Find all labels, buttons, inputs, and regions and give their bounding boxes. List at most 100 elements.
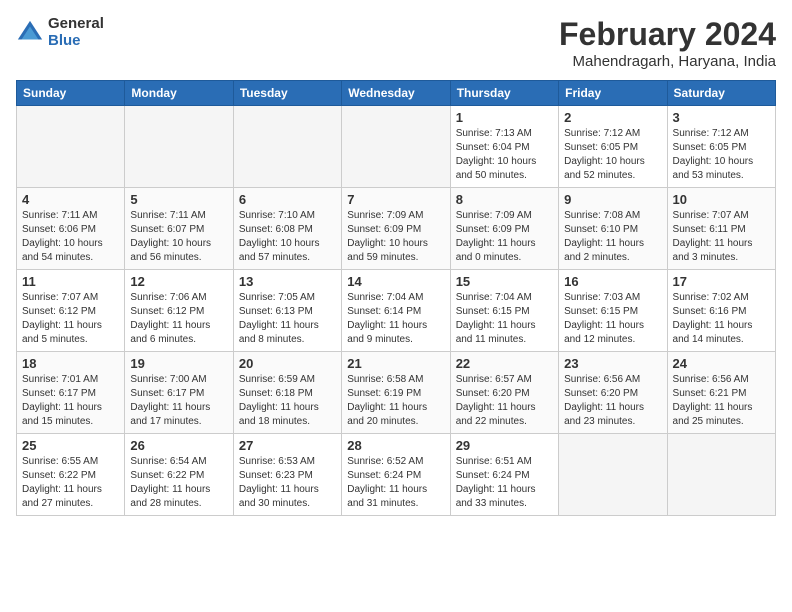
- day-cell: 27Sunrise: 6:53 AM Sunset: 6:23 PM Dayli…: [233, 434, 341, 516]
- day-info: Sunrise: 7:09 AM Sunset: 6:09 PM Dayligh…: [456, 209, 553, 265]
- day-number: 29: [456, 438, 553, 453]
- day-info: Sunrise: 6:51 AM Sunset: 6:24 PM Dayligh…: [456, 455, 553, 511]
- week-row-3: 11 Sunrise: 7:07 AM Sunset: 6:12 PM Dayli…: [17, 270, 776, 352]
- logo-text: General Blue: [48, 16, 104, 49]
- day-cell: 12 Sunrise: 7:06 AM Sunset: 6:12 PM Dayli…: [125, 270, 233, 352]
- day-cell: 23Sunrise: 6:56 AM Sunset: 6:20 PM Dayli…: [559, 352, 667, 434]
- header-wednesday: Wednesday: [342, 81, 450, 106]
- day-cell: 29 Sunrise: 6:51 AM Sunset: 6:24 PM Dayli…: [450, 434, 558, 516]
- logo: General Blue: [16, 16, 104, 49]
- day-number: 9: [564, 192, 661, 207]
- location: Mahendragarh, Haryana, India: [559, 53, 776, 70]
- day-number: 14: [347, 274, 444, 289]
- day-cell: 14 Sunrise: 7:04 AM Sunset: 6:14 PM Dayli…: [342, 270, 450, 352]
- day-info: Sunrise: 6:52 AM Sunset: 6:24 PM Dayligh…: [347, 455, 444, 511]
- day-info: Sunrise: 6:55 AM Sunset: 6:22 PM Dayligh…: [22, 455, 119, 511]
- day-info: Sunrise: 7:01 AM Sunset: 6:17 PM Dayligh…: [22, 373, 119, 429]
- day-cell: [125, 106, 233, 188]
- header-monday: Monday: [125, 81, 233, 106]
- day-number: 26: [130, 438, 227, 453]
- day-info: Sunrise: 7:11 AM Sunset: 6:06 PM Dayligh…: [22, 209, 119, 265]
- day-info: Sunrise: 7:04 AM Sunset: 6:14 PM Dayligh…: [347, 291, 444, 347]
- day-info: Sunrise: 6:56 AM Sunset: 6:21 PM Dayligh…: [673, 373, 770, 429]
- day-cell: 28 Sunrise: 6:52 AM Sunset: 6:24 PM Dayli…: [342, 434, 450, 516]
- day-cell: 4 Sunrise: 7:11 AM Sunset: 6:06 PM Daylig…: [17, 188, 125, 270]
- day-cell: 17Sunrise: 7:02 AM Sunset: 6:16 PM Dayli…: [667, 270, 775, 352]
- day-number: 16: [564, 274, 661, 289]
- month-title: February 2024: [559, 16, 776, 53]
- day-cell: 11 Sunrise: 7:07 AM Sunset: 6:12 PM Dayli…: [17, 270, 125, 352]
- header-friday: Friday: [559, 81, 667, 106]
- week-row-5: 25 Sunrise: 6:55 AM Sunset: 6:22 PM Dayli…: [17, 434, 776, 516]
- day-info: Sunrise: 7:07 AM Sunset: 6:12 PM Dayligh…: [22, 291, 119, 347]
- day-cell: 19 Sunrise: 7:00 AM Sunset: 6:17 PM Dayli…: [125, 352, 233, 434]
- day-info: Sunrise: 6:59 AM Sunset: 6:18 PM Dayligh…: [239, 373, 336, 429]
- day-number: 2: [564, 110, 661, 125]
- day-info: Sunrise: 7:12 AM Sunset: 6:05 PM Dayligh…: [673, 127, 770, 183]
- day-info: Sunrise: 7:05 AM Sunset: 6:13 PM Dayligh…: [239, 291, 336, 347]
- day-number: 8: [456, 192, 553, 207]
- day-info: Sunrise: 7:13 AM Sunset: 6:04 PM Dayligh…: [456, 127, 553, 183]
- day-cell: 8 Sunrise: 7:09 AM Sunset: 6:09 PM Daylig…: [450, 188, 558, 270]
- header-tuesday: Tuesday: [233, 81, 341, 106]
- day-info: Sunrise: 6:56 AM Sunset: 6:20 PM Dayligh…: [564, 373, 661, 429]
- day-number: 25: [22, 438, 119, 453]
- day-number: 4: [22, 192, 119, 207]
- page-header: General Blue February 2024 Mahendragarh,…: [16, 16, 776, 70]
- calendar-header-row: SundayMondayTuesdayWednesdayThursdayFrid…: [17, 81, 776, 106]
- header-thursday: Thursday: [450, 81, 558, 106]
- day-number: 7: [347, 192, 444, 207]
- day-number: 21: [347, 356, 444, 371]
- logo-blue: Blue: [48, 33, 104, 50]
- day-number: 11: [22, 274, 119, 289]
- day-info: Sunrise: 7:03 AM Sunset: 6:15 PM Dayligh…: [564, 291, 661, 347]
- title-block: February 2024 Mahendragarh, Haryana, Ind…: [559, 16, 776, 70]
- day-cell: 24 Sunrise: 6:56 AM Sunset: 6:21 PM Dayli…: [667, 352, 775, 434]
- day-number: 20: [239, 356, 336, 371]
- day-number: 28: [347, 438, 444, 453]
- week-row-2: 4 Sunrise: 7:11 AM Sunset: 6:06 PM Daylig…: [17, 188, 776, 270]
- day-number: 3: [673, 110, 770, 125]
- day-cell: 18 Sunrise: 7:01 AM Sunset: 6:17 PM Dayli…: [17, 352, 125, 434]
- week-row-1: 1Sunrise: 7:13 AM Sunset: 6:04 PM Daylig…: [17, 106, 776, 188]
- day-number: 19: [130, 356, 227, 371]
- day-info: Sunrise: 7:02 AM Sunset: 6:16 PM Dayligh…: [673, 291, 770, 347]
- day-number: 5: [130, 192, 227, 207]
- day-cell: 3 Sunrise: 7:12 AM Sunset: 6:05 PM Daylig…: [667, 106, 775, 188]
- day-cell: 10 Sunrise: 7:07 AM Sunset: 6:11 PM Dayli…: [667, 188, 775, 270]
- day-number: 27: [239, 438, 336, 453]
- day-cell: [17, 106, 125, 188]
- day-info: Sunrise: 6:57 AM Sunset: 6:20 PM Dayligh…: [456, 373, 553, 429]
- day-info: Sunrise: 7:00 AM Sunset: 6:17 PM Dayligh…: [130, 373, 227, 429]
- day-cell: 20 Sunrise: 6:59 AM Sunset: 6:18 PM Dayli…: [233, 352, 341, 434]
- day-number: 10: [673, 192, 770, 207]
- day-info: Sunrise: 6:58 AM Sunset: 6:19 PM Dayligh…: [347, 373, 444, 429]
- day-cell: 13 Sunrise: 7:05 AM Sunset: 6:13 PM Dayli…: [233, 270, 341, 352]
- day-info: Sunrise: 7:10 AM Sunset: 6:08 PM Dayligh…: [239, 209, 336, 265]
- day-number: 12: [130, 274, 227, 289]
- logo-general: General: [48, 16, 104, 33]
- header-sunday: Sunday: [17, 81, 125, 106]
- day-cell: 7 Sunrise: 7:09 AM Sunset: 6:09 PM Daylig…: [342, 188, 450, 270]
- day-cell: 16 Sunrise: 7:03 AM Sunset: 6:15 PM Dayli…: [559, 270, 667, 352]
- day-cell: 22 Sunrise: 6:57 AM Sunset: 6:20 PM Dayli…: [450, 352, 558, 434]
- day-info: Sunrise: 7:06 AM Sunset: 6:12 PM Dayligh…: [130, 291, 227, 347]
- day-number: 18: [22, 356, 119, 371]
- day-number: 13: [239, 274, 336, 289]
- week-row-4: 18 Sunrise: 7:01 AM Sunset: 6:17 PM Dayli…: [17, 352, 776, 434]
- day-cell: [559, 434, 667, 516]
- day-info: Sunrise: 7:04 AM Sunset: 6:15 PM Dayligh…: [456, 291, 553, 347]
- day-cell: 5 Sunrise: 7:11 AM Sunset: 6:07 PM Daylig…: [125, 188, 233, 270]
- day-number: 22: [456, 356, 553, 371]
- day-cell: 2 Sunrise: 7:12 AM Sunset: 6:05 PM Daylig…: [559, 106, 667, 188]
- day-number: 15: [456, 274, 553, 289]
- day-number: 24: [673, 356, 770, 371]
- day-info: Sunrise: 7:08 AM Sunset: 6:10 PM Dayligh…: [564, 209, 661, 265]
- day-info: Sunrise: 7:09 AM Sunset: 6:09 PM Dayligh…: [347, 209, 444, 265]
- day-info: Sunrise: 6:54 AM Sunset: 6:22 PM Dayligh…: [130, 455, 227, 511]
- day-info: Sunrise: 7:12 AM Sunset: 6:05 PM Dayligh…: [564, 127, 661, 183]
- day-cell: 15 Sunrise: 7:04 AM Sunset: 6:15 PM Dayli…: [450, 270, 558, 352]
- day-info: Sunrise: 7:07 AM Sunset: 6:11 PM Dayligh…: [673, 209, 770, 265]
- day-cell: 9 Sunrise: 7:08 AM Sunset: 6:10 PM Daylig…: [559, 188, 667, 270]
- day-info: Sunrise: 7:11 AM Sunset: 6:07 PM Dayligh…: [130, 209, 227, 265]
